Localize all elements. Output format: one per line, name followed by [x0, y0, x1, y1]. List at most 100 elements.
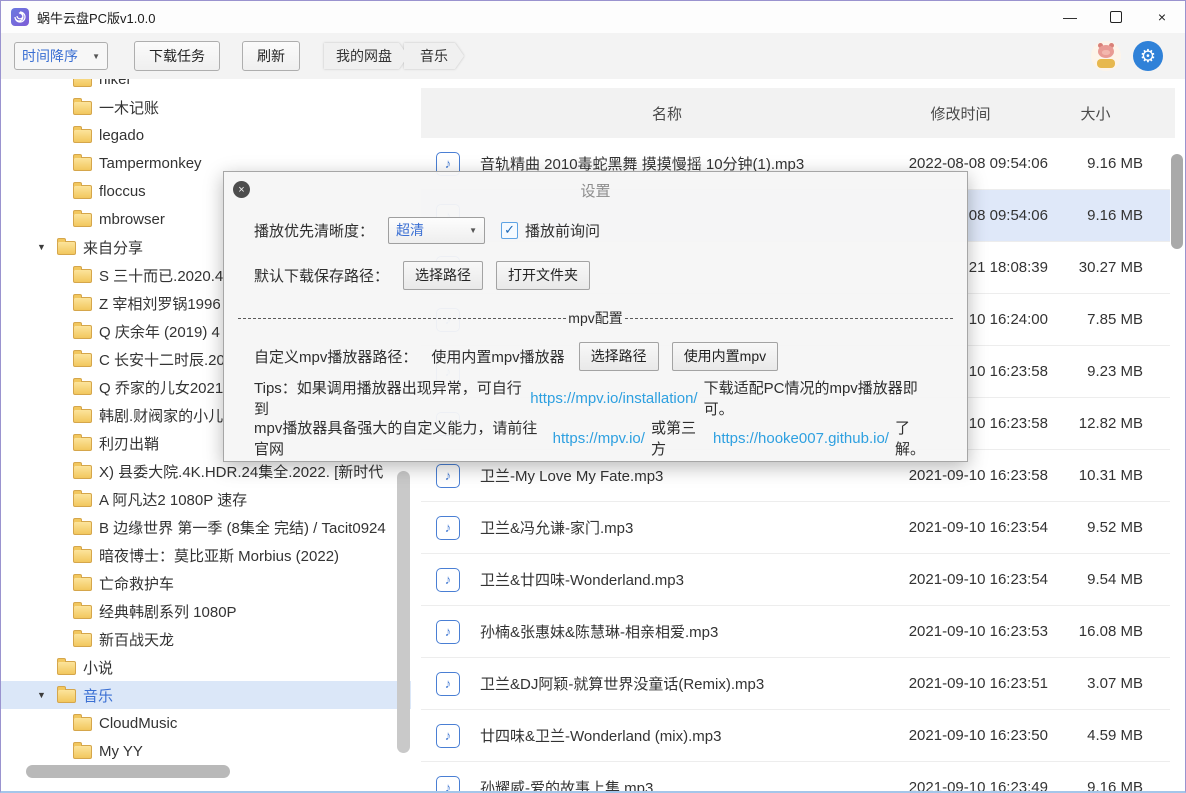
- file-name: 卫兰&冯允谦-家门.mp3: [480, 517, 873, 538]
- sidebar-horizontal-scrollbar-thumb[interactable]: [26, 765, 230, 778]
- avatar[interactable]: [1091, 41, 1121, 71]
- file-size: 9.16 MB: [1048, 207, 1143, 224]
- file-modified-time: 2021-09-10 16:23:53: [873, 623, 1048, 640]
- folder-icon: [73, 549, 92, 563]
- tree-item[interactable]: ▼ B 边缘世界 第一季 (8集全 完结) / Tacit0924: [1, 513, 411, 541]
- tree-item-label: X) 县委大院.4K.HDR.24集全.2022. [新时代: [99, 461, 383, 482]
- expand-arrow-icon[interactable]: ▼: [37, 242, 57, 252]
- column-header-size[interactable]: 大小: [1048, 103, 1143, 124]
- table-row[interactable]: ♪ 卫兰&DJ阿颖-就算世界没童话(Remix).mp3 2021-09-10 …: [421, 658, 1175, 710]
- folder-icon: [73, 129, 92, 143]
- file-modified-time: 2021-09-10 16:23:50: [873, 727, 1048, 744]
- settings-button[interactable]: ⚙: [1133, 41, 1163, 71]
- tree-item[interactable]: ▼ 小说: [1, 653, 411, 681]
- open-folder-button[interactable]: 打开文件夹: [496, 261, 590, 290]
- file-modified-time: 2021-09-10 16:23:49: [873, 779, 1048, 791]
- tips-text-suffix: 下载适配PC情况的mpv播放器即可。: [704, 377, 937, 419]
- maximize-button[interactable]: [1093, 1, 1139, 33]
- minimize-button[interactable]: —: [1047, 1, 1093, 33]
- file-size: 10.31 MB: [1048, 467, 1143, 484]
- about-text-suffix: 了解。: [895, 417, 937, 459]
- app-logo-icon: [11, 8, 29, 26]
- mpv-choose-path-button[interactable]: 选择路径: [579, 342, 659, 371]
- about-text-mid: 或第三方: [651, 417, 707, 459]
- gear-icon: ⚙: [1140, 47, 1156, 65]
- table-row[interactable]: ♪ 卫兰&廿四味-Wonderland.mp3 2021-09-10 16:23…: [421, 554, 1175, 606]
- tree-item[interactable]: ▼ 经典韩剧系列 1080P: [1, 597, 411, 625]
- mpv-section-divider: mpv配置: [238, 308, 953, 328]
- folder-icon: [73, 633, 92, 647]
- folder-icon: [73, 381, 92, 395]
- ask-before-play-checkbox[interactable]: ✓: [501, 222, 518, 239]
- tree-item[interactable]: ▼ hiker: [1, 79, 411, 93]
- expand-arrow-icon[interactable]: ▼: [37, 690, 57, 700]
- file-size: 9.52 MB: [1048, 519, 1143, 536]
- tree-item[interactable]: ▼ My YY: [1, 737, 411, 765]
- column-header-modified[interactable]: 修改时间: [873, 103, 1048, 124]
- tree-item-label: Q 庆余年 (2019) 4: [99, 321, 220, 342]
- about-text-prefix: mpv播放器具备强大的自定义能力，请前往官网: [254, 417, 547, 459]
- file-size: 30.27 MB: [1048, 259, 1143, 276]
- download-tasks-button[interactable]: 下载任务: [134, 41, 220, 71]
- mpv-path-value: 使用内置mpv播放器: [431, 346, 564, 367]
- tree-item-label: 音乐: [83, 685, 113, 706]
- tree-item-label: 暗夜博士：莫比亚斯 Morbius (2022): [99, 545, 339, 566]
- chevron-down-icon: ▼: [469, 226, 477, 235]
- folder-icon: [73, 325, 92, 339]
- file-size: 3.07 MB: [1048, 675, 1143, 692]
- mpv-builtin-button[interactable]: 使用内置mpv: [672, 342, 778, 371]
- window-controls: — ×: [1047, 1, 1185, 33]
- folder-icon: [73, 213, 92, 227]
- mpv-installation-link[interactable]: https://mpv.io/installation/: [530, 390, 697, 407]
- sidebar-vertical-scrollbar-thumb[interactable]: [397, 471, 410, 753]
- file-size: 9.54 MB: [1048, 571, 1143, 588]
- tree-item[interactable]: ▼ 新百战天龙: [1, 625, 411, 653]
- table-row[interactable]: ♪ 廿四味&卫兰-Wonderland (mix).mp3 2021-09-10…: [421, 710, 1175, 762]
- choose-path-button[interactable]: 选择路径: [403, 261, 483, 290]
- quality-dropdown[interactable]: 超清 ▼: [388, 217, 485, 244]
- download-path-row: 默认下载保存路径： 选择路径 打开文件夹: [254, 261, 937, 289]
- toolbar-right: ⚙: [1091, 41, 1163, 71]
- file-name: 廿四味&卫兰-Wonderland (mix).mp3: [480, 725, 873, 746]
- tree-item-label: B 边缘世界 第一季 (8集全 完结) / Tacit0924: [99, 517, 386, 538]
- mpv-official-link[interactable]: https://mpv.io/: [553, 430, 645, 447]
- list-scrollbar-track[interactable]: [1170, 146, 1184, 793]
- mpv-thirdparty-link[interactable]: https://hooke007.github.io/: [713, 430, 889, 447]
- table-row[interactable]: ♪ 孙楠&张惠妹&陈慧琳-相亲相爱.mp3 2021-09-10 16:23:5…: [421, 606, 1175, 658]
- folder-icon: [73, 437, 92, 451]
- table-row[interactable]: ♪ 卫兰&冯允谦-家门.mp3 2021-09-10 16:23:54 9.52…: [421, 502, 1175, 554]
- refresh-button[interactable]: 刷新: [242, 41, 300, 71]
- tree-item-label: 新百战天龙: [99, 629, 174, 650]
- folder-icon: [73, 157, 92, 171]
- tree-item[interactable]: ▼ 音乐: [1, 681, 411, 709]
- tree-item-label: mbrowser: [99, 211, 165, 228]
- file-size: 9.16 MB: [1048, 779, 1143, 791]
- list-scrollbar-thumb[interactable]: [1171, 154, 1183, 249]
- tree-item[interactable]: ▼ A 阿凡达2 1080P 速存: [1, 485, 411, 513]
- folder-icon: [73, 717, 92, 731]
- tree-item-label: Tampermonkey: [99, 155, 202, 172]
- folder-icon: [73, 493, 92, 507]
- mpv-section-label: mpv配置: [568, 308, 622, 328]
- tree-item-label: 韩剧.财阀家的小儿: [99, 405, 223, 426]
- column-header-name[interactable]: 名称: [421, 103, 873, 124]
- tree-item[interactable]: ▼ legado: [1, 121, 411, 149]
- tree-item-label: C 长安十二时辰.20: [99, 349, 225, 370]
- tips-text-prefix: Tips：如果调用播放器出现异常，可自行到: [254, 377, 524, 419]
- close-button[interactable]: ×: [1139, 1, 1185, 33]
- file-size: 16.08 MB: [1048, 623, 1143, 640]
- music-file-icon: ♪: [436, 464, 460, 488]
- music-file-icon: ♪: [436, 568, 460, 592]
- tree-item[interactable]: ▼ 一木记账: [1, 93, 411, 121]
- table-row[interactable]: ♪ 孙耀威-爱的故事上集.mp3 2021-09-10 16:23:49 9.1…: [421, 762, 1175, 791]
- quality-label: 播放优先清晰度：: [254, 220, 374, 241]
- tree-item[interactable]: ▼ CloudMusic: [1, 709, 411, 737]
- sort-order-dropdown[interactable]: 时间降序 ▼: [14, 42, 108, 70]
- tree-item[interactable]: ▼ 暗夜博士：莫比亚斯 Morbius (2022): [1, 541, 411, 569]
- quality-row: 播放优先清晰度： 超清 ▼ ✓ 播放前询问: [254, 216, 937, 244]
- folder-icon: [57, 241, 76, 255]
- tree-item[interactable]: ▼ 亡命救护车: [1, 569, 411, 597]
- breadcrumb-item[interactable]: 我的网盘: [324, 43, 408, 69]
- app-window: 蜗牛云盘PC版v1.0.0 — × 时间降序 ▼ 下载任务 刷新 我的网盘音乐 …: [0, 0, 1186, 793]
- breadcrumb-item[interactable]: 音乐: [404, 43, 464, 69]
